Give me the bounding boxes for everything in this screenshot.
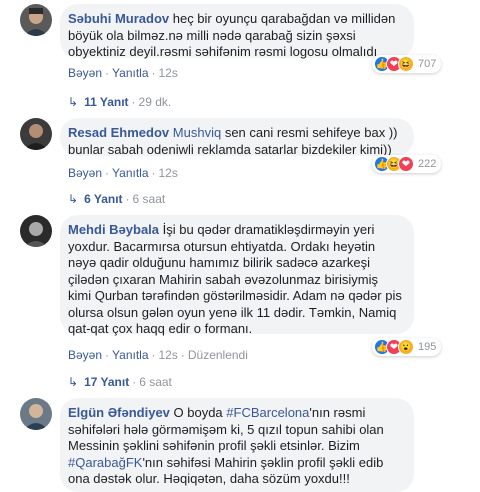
comment-author[interactable]: Resad Ehmedov — [68, 125, 169, 140]
like-link[interactable]: Bəyən — [68, 166, 102, 180]
replies-time: 29 dk. — [138, 95, 172, 109]
reply-link[interactable]: Yanıtla — [112, 66, 148, 80]
reply-arrow-icon: ↳ — [68, 95, 79, 109]
comment-actions: Bəyən · Yanıtla · 12s · Düzenlendi — [68, 348, 248, 362]
reactions-summary[interactable]: 👍 ❤ 😆 707 — [372, 55, 442, 73]
comment-bubble: Mehdi Bəybala İşi bu qədər dramatikləşdi… — [60, 215, 414, 336]
reply-link[interactable]: Yanıtla — [112, 166, 148, 180]
comment-actions: Bəyən · Yanıtla · 12s — [68, 166, 178, 180]
replies-toggle[interactable]: ↳ 6 Yanıt · 6 saat — [68, 192, 165, 206]
avatar[interactable] — [20, 4, 52, 36]
comment-text: İşi bu qədər dramatikləşdirməyin yeri yo… — [68, 222, 402, 336]
replies-time: 6 saat — [132, 192, 166, 206]
comment-author[interactable]: Elgün Əfəndiyev — [68, 405, 170, 420]
reaction-count: 195 — [418, 341, 437, 353]
like-link[interactable]: Bəyən — [68, 348, 102, 362]
replies-count-link[interactable]: 17 Yanıt — [84, 375, 129, 389]
replies-count-link[interactable]: 6 Yanıt — [84, 192, 122, 206]
replies-count-link[interactable]: 11 Yanıt — [84, 95, 128, 109]
reply-arrow-icon: ↳ — [68, 375, 79, 389]
reactions-summary[interactable]: 👍 😆 ❤ 222 — [372, 155, 442, 173]
comment-author[interactable]: Səbuhi Muradov — [68, 11, 169, 26]
wow-reaction-icon: 😮 — [398, 339, 414, 355]
replies-time: 6 saat — [139, 375, 172, 389]
reaction-count: 222 — [418, 158, 437, 170]
love-reaction-icon: ❤ — [398, 156, 414, 172]
reaction-count: 707 — [418, 58, 437, 70]
replies-toggle[interactable]: ↳ 17 Yanıt · 6 saat — [68, 375, 172, 389]
edited-label[interactable]: Düzenlendi — [188, 348, 248, 362]
comment-time[interactable]: 12s — [159, 66, 178, 80]
comment-text: O boyda — [169, 405, 227, 420]
avatar[interactable] — [20, 215, 52, 247]
comment-actions: Bəyən · Yanıtla · 12s — [68, 66, 178, 80]
haha-reaction-icon: 😆 — [398, 56, 414, 72]
comment-bubble: Resad Ehmedov Mushviq sen cani resmi seh… — [60, 118, 414, 157]
comment-time[interactable]: 12s — [159, 348, 178, 362]
replies-toggle[interactable]: ↳ 11 Yanıt · 29 dk. — [68, 95, 171, 109]
hashtag-link[interactable]: #FCBarcelona — [226, 405, 309, 420]
comment-bubble: Elgün Əfəndiyev O boyda #FCBarcelona'nın… — [60, 398, 414, 492]
reply-arrow-icon: ↳ — [68, 192, 79, 206]
like-link[interactable]: Bəyən — [68, 66, 102, 80]
comment-time[interactable]: 12s — [159, 166, 178, 180]
avatar[interactable] — [20, 398, 52, 430]
mention-link[interactable]: Mushviq — [173, 125, 221, 140]
avatar[interactable] — [20, 118, 52, 150]
comment-author[interactable]: Mehdi Bəybala — [68, 222, 159, 237]
hashtag-link[interactable]: #QarabağFK — [68, 455, 142, 470]
reply-link[interactable]: Yanıtla — [112, 348, 148, 362]
reactions-summary[interactable]: 👍 ❤ 😮 195 — [372, 338, 442, 356]
comment-bubble: Səbuhi Muradov heç bir oyunçu qarabağdan… — [60, 4, 414, 59]
